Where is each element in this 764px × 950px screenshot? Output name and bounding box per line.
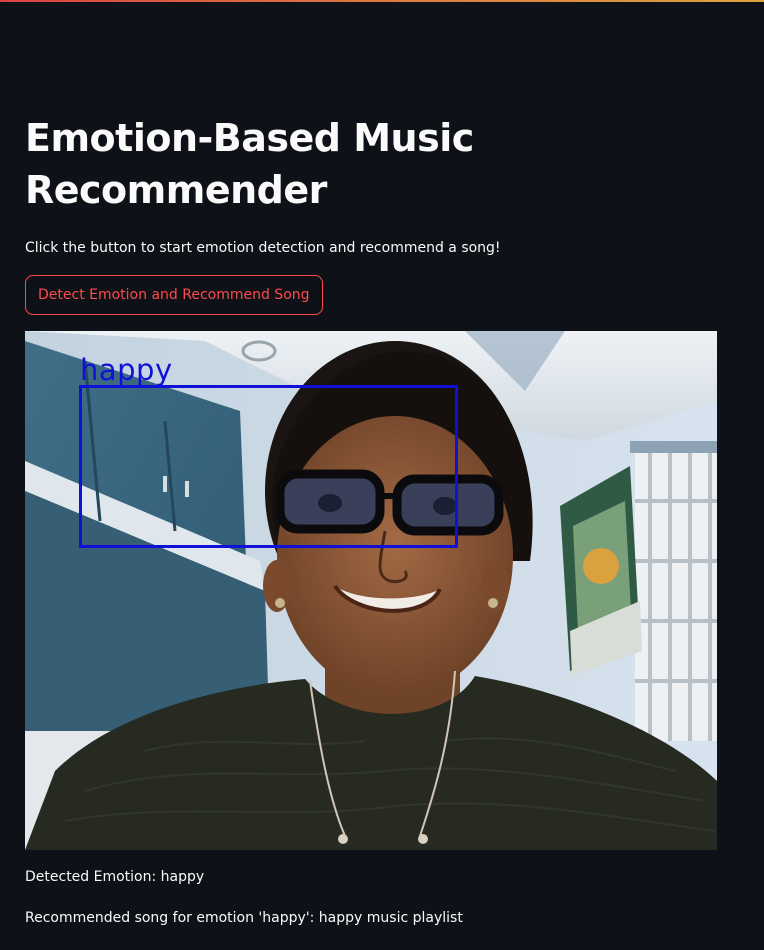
main-content: Emotion-Based Music Recommender Click th… [25, 112, 717, 928]
face-emotion-label: happy [80, 353, 173, 387]
header-decoration [0, 0, 764, 2]
face-detection-box [79, 385, 458, 548]
detect-emotion-button[interactable]: Detect Emotion and Recommend Song [25, 275, 323, 315]
recommendation-text: Recommended song for emotion 'happy': ha… [25, 910, 463, 926]
detected-emotion-text: Detected Emotion: happy [25, 869, 205, 885]
webcam-frame: happy [25, 331, 717, 850]
page-title: Emotion-Based Music Recommender [25, 116, 474, 212]
instruction-text: Click the button to start emotion detect… [25, 240, 501, 256]
